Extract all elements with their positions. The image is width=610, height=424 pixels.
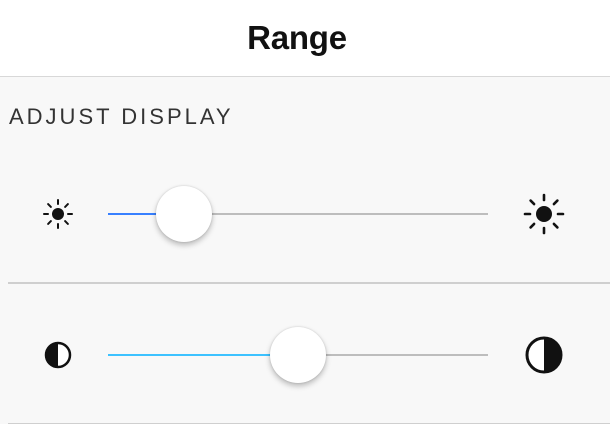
range-row-contrast	[0, 285, 610, 424]
contrast-range-knob[interactable]	[270, 327, 326, 383]
section-header: ADJUST DISPLAY	[9, 104, 234, 129]
page-title: Range	[247, 19, 347, 56]
brightness-range-track[interactable]	[108, 186, 488, 242]
contrast-range-track[interactable]	[108, 327, 488, 383]
row-divider	[8, 282, 610, 284]
brightness-range-knob[interactable]	[156, 186, 212, 242]
contrast-small-icon	[28, 325, 88, 385]
toolbar: Range	[0, 0, 610, 77]
range-row-brightness	[0, 144, 610, 284]
sun-small-icon	[28, 184, 88, 244]
sun-large-icon	[514, 184, 574, 244]
contrast-large-icon	[514, 325, 574, 385]
